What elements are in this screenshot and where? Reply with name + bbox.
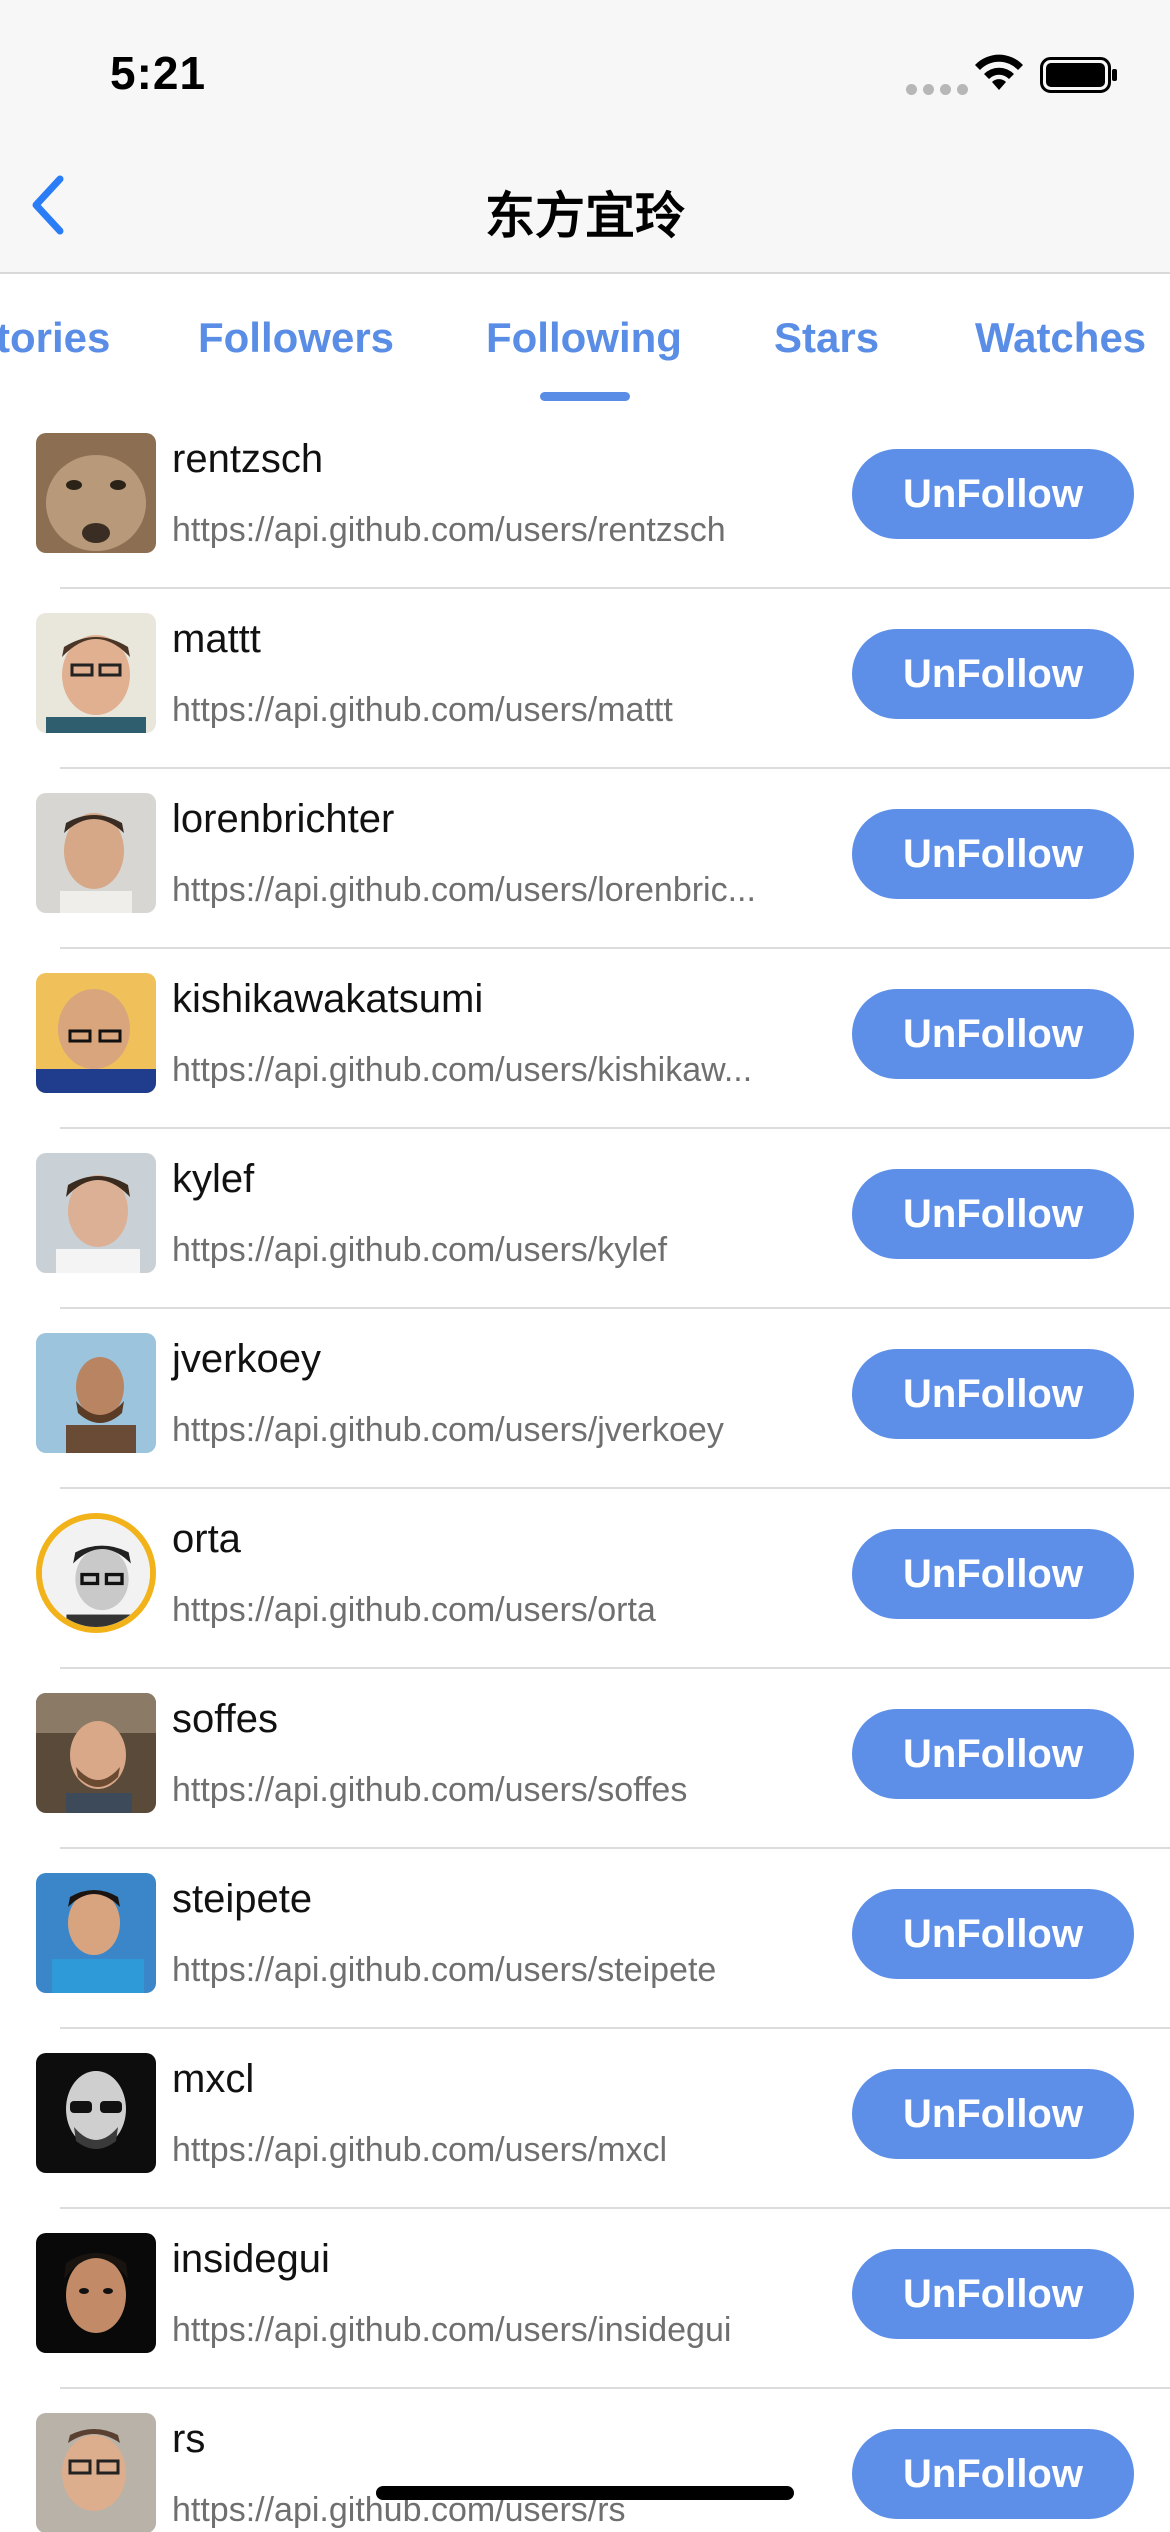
user-url: https://api.github.com/users/insidegui	[172, 2311, 732, 2349]
avatar	[36, 613, 156, 733]
user-url: https://api.github.com/users/kishikaw...	[172, 1051, 753, 1089]
unfollow-button[interactable]: UnFollow	[852, 629, 1134, 719]
page-title: 东方宜玲	[485, 187, 685, 245]
user-url: https://api.github.com/users/mxcl	[172, 2131, 668, 2169]
unfollow-button[interactable]: UnFollow	[852, 1529, 1134, 1619]
avatar	[36, 2233, 156, 2353]
avatar	[36, 1153, 156, 1273]
avatar	[36, 1873, 156, 1993]
user-url: https://api.github.com/users/jverkoey	[172, 1411, 724, 1449]
unfollow-button[interactable]: UnFollow	[852, 989, 1134, 1079]
user-name: soffes	[172, 1697, 278, 1741]
navigation-bar: 东方宜玲	[0, 140, 1170, 274]
user-url: https://api.github.com/users/mattt	[172, 691, 673, 729]
user-name: kylef	[172, 1157, 255, 1201]
unfollow-button[interactable]: UnFollow	[852, 2249, 1134, 2339]
list-item[interactable]: soffes https://api.github.com/users/soff…	[0, 1669, 1170, 1849]
user-url: https://api.github.com/users/orta	[172, 1591, 656, 1629]
unfollow-button[interactable]: UnFollow	[852, 1709, 1134, 1799]
unfollow-button[interactable]: UnFollow	[852, 2429, 1134, 2519]
avatar	[36, 1693, 156, 1813]
tab-repositories[interactable]: tories	[0, 314, 110, 362]
user-name: mxcl	[172, 2057, 255, 2101]
avatar	[36, 1333, 156, 1453]
tab-stars[interactable]: Stars	[774, 314, 879, 362]
home-indicator	[376, 2486, 794, 2500]
user-name: orta	[172, 1517, 241, 1561]
user-url: https://api.github.com/users/rentzsch	[172, 511, 726, 549]
list-item[interactable]: kylef https://api.github.com/users/kylef…	[0, 1129, 1170, 1309]
list-item[interactable]: mattt https://api.github.com/users/mattt…	[0, 589, 1170, 769]
user-name: insidegui	[172, 2237, 330, 2281]
avatar	[36, 1513, 156, 1633]
following-list: rentzsch https://api.github.com/users/re…	[0, 409, 1170, 2532]
user-name: rentzsch	[172, 437, 324, 481]
avatar	[36, 2053, 156, 2173]
avatar	[36, 973, 156, 1093]
signal-icon	[906, 84, 968, 95]
wifi-icon	[975, 54, 1023, 90]
avatar	[36, 793, 156, 913]
user-url: https://api.github.com/users/lorenbric..…	[172, 871, 756, 909]
list-item[interactable]: steipete https://api.github.com/users/st…	[0, 1849, 1170, 2029]
user-url: https://api.github.com/users/steipete	[172, 1951, 717, 1989]
unfollow-button[interactable]: UnFollow	[852, 1169, 1134, 1259]
tab-followers[interactable]: Followers	[198, 314, 394, 362]
list-item[interactable]: kishikawakatsumi https://api.github.com/…	[0, 949, 1170, 1129]
list-item[interactable]: jverkoey https://api.github.com/users/jv…	[0, 1309, 1170, 1489]
unfollow-button[interactable]: UnFollow	[852, 1889, 1134, 1979]
user-name: kishikawakatsumi	[172, 977, 484, 1021]
tab-watches[interactable]: Watches	[975, 314, 1146, 362]
tab-bar: tories Followers Following Stars Watches	[0, 274, 1170, 409]
status-time: 5:21	[110, 47, 207, 99]
user-name: lorenbrichter	[172, 797, 395, 841]
list-item[interactable]: lorenbrichter https://api.github.com/use…	[0, 769, 1170, 949]
unfollow-button[interactable]: UnFollow	[852, 809, 1134, 899]
list-item[interactable]: mxcl https://api.github.com/users/mxcl U…	[0, 2029, 1170, 2209]
user-name: rs	[172, 2417, 206, 2461]
unfollow-button[interactable]: UnFollow	[852, 449, 1134, 539]
list-item[interactable]: rs https://api.github.com/users/rs UnFol…	[0, 2389, 1170, 2532]
user-name: steipete	[172, 1877, 313, 1921]
tab-indicator	[540, 392, 630, 401]
avatar	[36, 433, 156, 553]
user-name: mattt	[172, 617, 261, 661]
tab-following[interactable]: Following	[486, 314, 682, 362]
user-url: https://api.github.com/users/kylef	[172, 1231, 668, 1269]
user-name: jverkoey	[172, 1337, 321, 1381]
avatar	[36, 2413, 156, 2532]
user-url: https://api.github.com/users/soffes	[172, 1771, 688, 1809]
list-item[interactable]: orta https://api.github.com/users/orta U…	[0, 1489, 1170, 1669]
unfollow-button[interactable]: UnFollow	[852, 1349, 1134, 1439]
list-item[interactable]: rentzsch https://api.github.com/users/re…	[0, 409, 1170, 589]
battery-icon	[1040, 57, 1117, 93]
list-item[interactable]: insidegui https://api.github.com/users/i…	[0, 2209, 1170, 2389]
status-bar: 5:21	[0, 0, 1170, 140]
unfollow-button[interactable]: UnFollow	[852, 2069, 1134, 2159]
